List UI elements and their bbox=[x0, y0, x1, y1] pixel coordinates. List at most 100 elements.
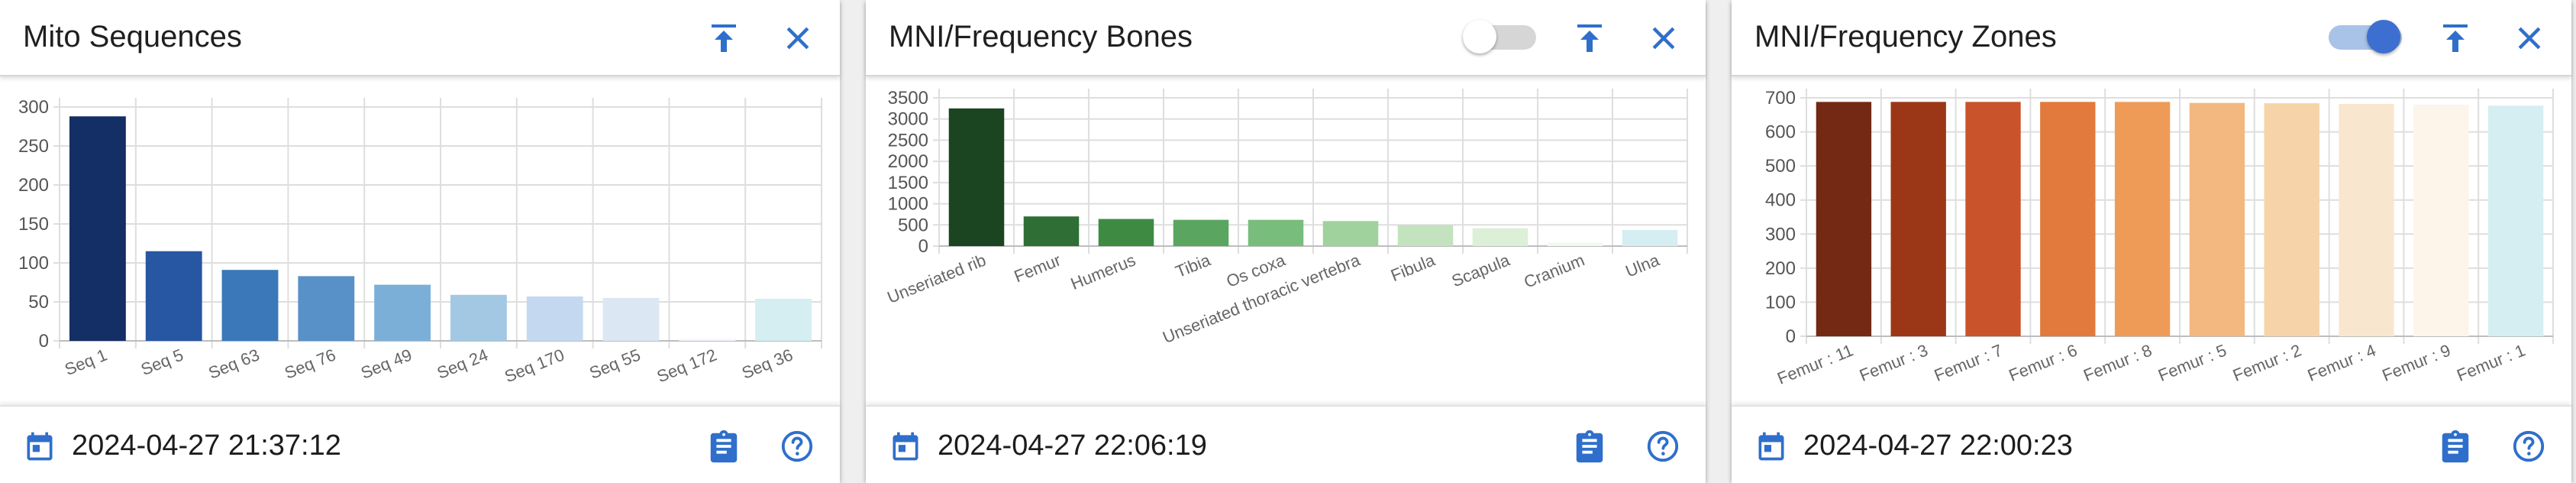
x-tick-label: Tibia bbox=[1173, 250, 1214, 281]
y-tick-label: 1500 bbox=[888, 173, 928, 193]
y-tick-label: 200 bbox=[18, 175, 49, 196]
close-icon bbox=[786, 27, 809, 50]
x-tick-label: Femur : 5 bbox=[2155, 340, 2229, 384]
bar bbox=[69, 116, 126, 342]
bar bbox=[1023, 216, 1080, 246]
bar bbox=[1397, 225, 1454, 246]
y-tick-label: 50 bbox=[28, 292, 49, 313]
x-tick-label: Scapula bbox=[1449, 250, 1513, 290]
x-tick-label: Femur : 4 bbox=[2305, 340, 2379, 384]
bar-chart: 0 500 1000 1500 2000 2500 3000 3500 Unseriated r… bbox=[866, 76, 1706, 397]
panel-footer: 2024-04-27 21:37:12 bbox=[0, 405, 840, 483]
bar bbox=[526, 296, 583, 341]
y-tick-label: 3000 bbox=[888, 109, 928, 130]
bar bbox=[1890, 102, 1946, 336]
y-tick-label: 300 bbox=[18, 97, 49, 118]
x-tick-label: Cranium bbox=[1521, 250, 1587, 291]
timestamp: 2024-04-27 22:00:23 bbox=[1803, 430, 2073, 462]
toggle-knob bbox=[2367, 20, 2400, 53]
calendar-icon bbox=[1754, 430, 1788, 463]
calendar-icon bbox=[23, 430, 56, 463]
panel-toggle-switch[interactable] bbox=[1463, 18, 1536, 57]
y-tick-label: 500 bbox=[898, 215, 928, 235]
panel-toggle-switch[interactable] bbox=[2329, 18, 2402, 57]
panel-footer: 2024-04-27 22:06:19 bbox=[866, 405, 1706, 483]
x-tick-label: Femur : 7 bbox=[1932, 340, 2006, 384]
bar bbox=[2040, 102, 2096, 336]
x-tick-label: Femur : 1 bbox=[2454, 340, 2528, 384]
bar bbox=[450, 294, 507, 341]
y-tick-label: 100 bbox=[1765, 292, 1796, 313]
x-tick-label: Femur bbox=[1012, 250, 1064, 286]
x-tick-label: Seq 76 bbox=[282, 345, 338, 382]
clipboard-button[interactable] bbox=[702, 425, 745, 468]
bar bbox=[755, 298, 812, 341]
x-tick-label: Femur : 11 bbox=[1774, 340, 1855, 387]
toggle-knob bbox=[1463, 20, 1496, 53]
close-panel-button[interactable] bbox=[773, 14, 822, 63]
x-tick-label: Femur : 6 bbox=[2006, 340, 2080, 384]
panel-mito-sequences: Mito Sequences 0 50 100 150 200 250 300 Seq 1 Se… bbox=[0, 0, 840, 483]
clipboard-icon bbox=[1576, 430, 1603, 463]
x-tick-label: Femur : 8 bbox=[2080, 340, 2155, 384]
y-tick-label: 2500 bbox=[888, 130, 928, 151]
close-panel-button[interactable] bbox=[2505, 14, 2554, 63]
x-tick-label: Seq 24 bbox=[434, 345, 491, 382]
timestamp: 2024-04-27 22:06:19 bbox=[938, 430, 1207, 462]
x-tick-label: Femur : 3 bbox=[1857, 340, 1931, 384]
move-to-top-button[interactable] bbox=[699, 14, 748, 63]
bar bbox=[2413, 104, 2469, 336]
move-to-top-button[interactable] bbox=[2431, 14, 2480, 63]
y-tick-label: 250 bbox=[18, 136, 49, 157]
help-button[interactable] bbox=[1641, 425, 1684, 468]
close-icon bbox=[2518, 27, 2541, 50]
bar bbox=[2339, 104, 2394, 336]
y-tick-label: 700 bbox=[1765, 88, 1796, 109]
clipboard-button[interactable] bbox=[2434, 425, 2477, 468]
y-tick-label: 0 bbox=[918, 236, 928, 257]
panel-footer: 2024-04-27 22:00:23 bbox=[1732, 405, 2571, 483]
vertical-align-top-icon bbox=[1577, 24, 1602, 52]
panel-header: MNI/Frequency Bones bbox=[866, 0, 1706, 76]
bar bbox=[1622, 229, 1678, 246]
bar bbox=[1173, 219, 1229, 246]
help-circle-icon bbox=[2513, 430, 2545, 462]
close-panel-button[interactable] bbox=[1639, 14, 1688, 63]
bar bbox=[1965, 102, 2021, 336]
y-tick-label: 0 bbox=[1786, 326, 1796, 347]
y-tick-label: 500 bbox=[1765, 156, 1796, 177]
move-to-top-button[interactable] bbox=[1565, 14, 1614, 63]
x-tick-label: Seq 1 bbox=[62, 345, 110, 379]
x-tick-label: Seq 170 bbox=[502, 345, 567, 386]
panel-title: MNI/Frequency Zones bbox=[1754, 20, 2057, 53]
bar bbox=[298, 276, 355, 341]
bar bbox=[1816, 102, 1872, 336]
x-tick-label: Seq 36 bbox=[739, 345, 796, 382]
bar bbox=[679, 338, 736, 341]
x-tick-label: Seq 55 bbox=[586, 345, 643, 382]
help-button[interactable] bbox=[776, 425, 818, 468]
bar bbox=[1248, 219, 1304, 246]
bar bbox=[2114, 102, 2171, 336]
y-tick-label: 0 bbox=[39, 331, 49, 352]
y-tick-label: 100 bbox=[18, 253, 49, 274]
bar bbox=[2264, 103, 2319, 337]
help-circle-icon bbox=[1647, 430, 1679, 462]
panel-mni-frequency-bones: MNI/Frequency Bones 0 500 1000 1500 2000 2500… bbox=[866, 0, 1706, 483]
close-icon bbox=[1652, 27, 1675, 50]
panel-header: Mito Sequences bbox=[0, 0, 840, 76]
bar bbox=[1098, 219, 1154, 246]
bar bbox=[1472, 228, 1528, 246]
panel-title: MNI/Frequency Bones bbox=[889, 20, 1193, 53]
y-tick-label: 2000 bbox=[888, 151, 928, 172]
clipboard-button[interactable] bbox=[1568, 425, 1611, 468]
y-tick-label: 400 bbox=[1765, 190, 1796, 211]
x-tick-label: Seq 63 bbox=[205, 345, 262, 382]
y-tick-label: 200 bbox=[1765, 258, 1796, 279]
help-button[interactable] bbox=[2507, 425, 2550, 468]
panel-header: MNI/Frequency Zones bbox=[1732, 0, 2571, 76]
vertical-align-top-icon bbox=[712, 24, 736, 52]
clipboard-icon bbox=[710, 430, 738, 463]
bar bbox=[602, 297, 660, 341]
x-tick-label: Seq 49 bbox=[358, 345, 415, 382]
